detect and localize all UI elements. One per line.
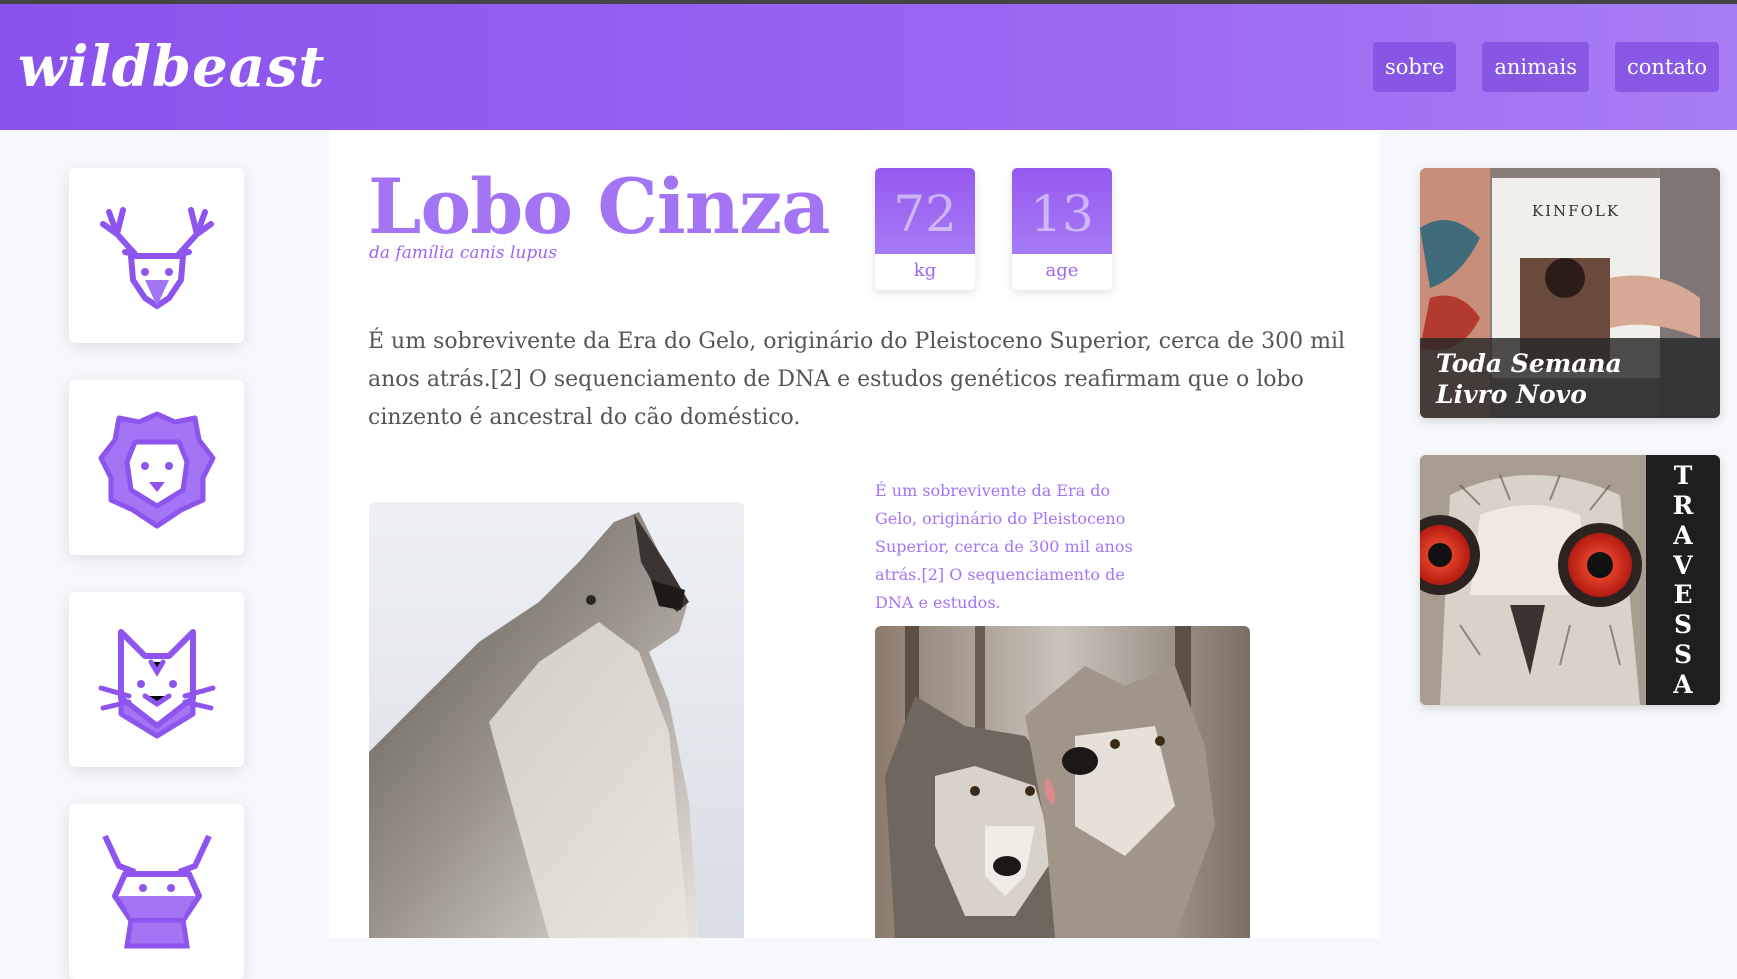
stat-weight-unit: kg	[913, 260, 937, 281]
page-title: Lobo Cinza	[368, 162, 830, 251]
travessa-letter: S	[1673, 639, 1693, 669]
animal-sidebar	[0, 130, 330, 979]
wolf-howling-photo	[369, 502, 744, 938]
travessa-vertical-label: T R A V E S S A	[1646, 455, 1720, 705]
travessa-letter: A	[1673, 669, 1693, 699]
stat-weight-value: 72	[875, 168, 975, 254]
stat-age-value: 13	[1012, 168, 1112, 254]
description-paragraph: É um sobrevivente da Era do Gelo, origin…	[368, 329, 1346, 430]
site-logo[interactable]: wildbeast	[18, 34, 325, 100]
animal-card-lion[interactable]	[69, 380, 244, 555]
travessa-letter: V	[1673, 550, 1693, 580]
stat-weight: 72 kg	[875, 168, 975, 290]
nav-link-sobre[interactable]: sobre	[1372, 42, 1457, 92]
travessa-letter: R	[1672, 491, 1694, 521]
kinfolk-label: KINFOLK	[1532, 202, 1620, 220]
promo-caption-line2: Livro Novo	[1436, 380, 1587, 409]
deer-icon	[99, 206, 214, 309]
travessa-letter: S	[1673, 610, 1693, 640]
stat-age: 13 age	[1012, 168, 1112, 290]
stat-age-unit: age	[1045, 260, 1079, 281]
wolves-pair-photo	[875, 626, 1250, 938]
site-header: wildbeast sobre animais contato	[0, 4, 1737, 130]
side-quote: É um sobrevivente da Era do Gelo, origin…	[875, 481, 1133, 612]
animal-card-cat[interactable]	[69, 592, 244, 767]
animal-card-deer[interactable]	[69, 168, 244, 343]
animal-detail: Lobo Cinza da família canis lupus 72 kg …	[330, 130, 1380, 938]
travessa-letter: A	[1673, 520, 1693, 550]
promo-caption-line1: Toda Semana	[1436, 349, 1622, 378]
nav-link-animais[interactable]: animais	[1482, 42, 1590, 92]
main-nav: sobre animais contato	[1372, 42, 1719, 92]
travessa-letter: E	[1673, 580, 1693, 610]
lion-icon	[98, 411, 215, 528]
travessa-letter: T	[1673, 461, 1693, 491]
nav-link-contato[interactable]: contato	[1615, 42, 1719, 92]
animal-card-bull[interactable]	[69, 804, 244, 979]
promo-caption: Toda Semana Livro Novo	[1420, 338, 1720, 418]
page-subtitle: da família canis lupus	[369, 243, 557, 263]
bull-icon	[101, 834, 212, 948]
promo-sidebar: KINFOLK Toda Semana Livro Novo T R A V E…	[1380, 130, 1737, 938]
promo-travessa[interactable]: T R A V E S S A	[1420, 455, 1720, 705]
promo-livro-novo[interactable]: KINFOLK Toda Semana Livro Novo	[1420, 168, 1720, 418]
cat-icon	[98, 628, 215, 738]
